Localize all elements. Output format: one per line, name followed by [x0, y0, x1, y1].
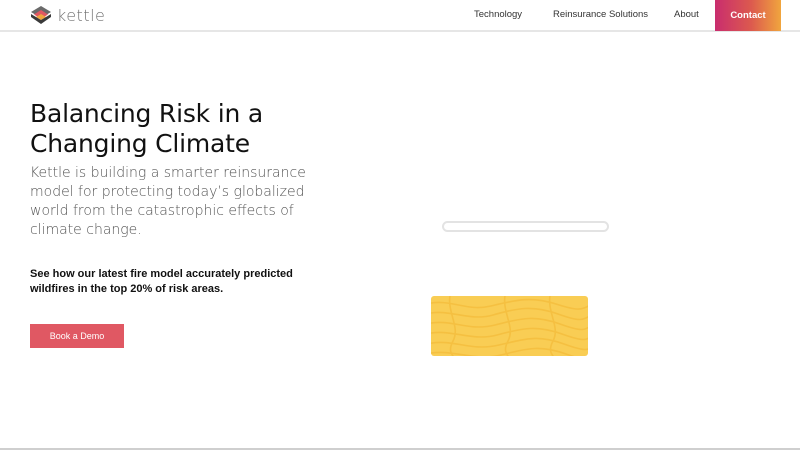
book-demo-button[interactable]: Book a Demo — [30, 324, 124, 348]
hero-subtitle: Kettle is building a smarter reinsurance… — [30, 165, 306, 238]
fire-model-callout: See how our latest fire model accurately… — [30, 268, 293, 295]
topography-pattern — [431, 296, 588, 356]
loading-bar — [442, 221, 609, 232]
logo[interactable]: kettle — [30, 4, 105, 26]
brand-name: kettle — [57, 5, 106, 25]
hero-title: Balancing Risk in a Changing Climate — [30, 99, 263, 158]
site-header: kettle Technology Reinsurance Solutions … — [0, 0, 800, 32]
contact-button[interactable]: Contact — [715, 0, 781, 31]
nav-reinsurance-solutions[interactable]: Reinsurance Solutions — [553, 9, 648, 20]
topography-card — [431, 296, 588, 356]
nav-technology[interactable]: Technology — [474, 9, 522, 20]
nav-about[interactable]: About — [674, 9, 699, 20]
layered-diamond-icon — [31, 6, 51, 24]
